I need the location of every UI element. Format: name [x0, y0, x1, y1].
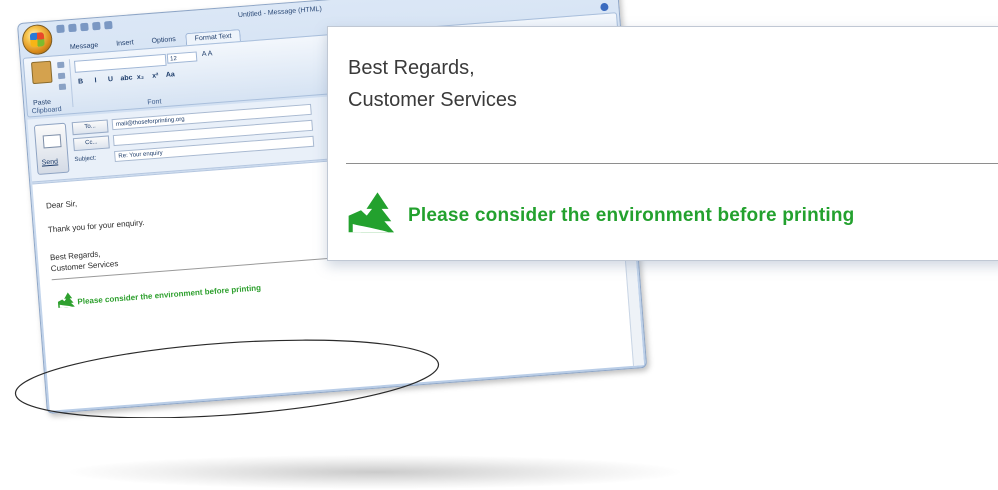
font-size-select[interactable]: 12	[166, 51, 198, 64]
paste-label: Paste	[32, 98, 52, 108]
clipboard-icon	[30, 60, 53, 85]
format-buttons: B I U abc x₂ x² Aa	[75, 71, 175, 86]
send-button[interactable]: Send	[33, 122, 70, 176]
font-group-label: Font	[147, 98, 162, 107]
subject-label: Subject:	[74, 155, 97, 164]
up-arrow-icon[interactable]	[92, 21, 101, 31]
underline-button[interactable]: U	[105, 76, 116, 84]
bold-button[interactable]: B	[75, 78, 86, 86]
format-painter-icon[interactable]	[58, 83, 67, 91]
office-logo-icon	[29, 32, 45, 48]
help-icon[interactable]	[600, 2, 609, 12]
font-name-select[interactable]	[73, 53, 167, 73]
down-arrow-icon[interactable]	[104, 20, 113, 30]
cut-icon[interactable]	[57, 61, 65, 69]
quick-access-toolbar	[56, 20, 113, 34]
redo-icon[interactable]	[80, 22, 89, 32]
paste-button[interactable]	[29, 60, 54, 99]
send-label: Send	[41, 158, 59, 167]
strikethrough-button[interactable]: abc	[120, 74, 133, 82]
copy-icon[interactable]	[57, 72, 66, 80]
greeting-text: Dear Sir,	[45, 199, 78, 211]
zoomed-signature-panel: Best Regards, Customer Services Please c…	[327, 26, 998, 261]
tree-icon	[348, 192, 394, 233]
drop-shadow	[70, 455, 680, 489]
cc-button[interactable]: Cc...	[72, 135, 110, 152]
zoom-regards-text: Best Regards,	[348, 57, 475, 79]
highlight-ellipse	[14, 339, 440, 418]
envelope-icon	[42, 134, 62, 149]
clipboard-group-label: Clipboard	[31, 105, 62, 116]
office-button[interactable]	[21, 23, 54, 56]
group-divider	[68, 59, 74, 108]
grow-shrink-font-buttons[interactable]: A A	[202, 50, 213, 58]
subscript-button[interactable]: x₂	[135, 73, 146, 82]
environment-notice-small: Please consider the environment before p…	[77, 283, 262, 307]
undo-icon[interactable]	[68, 23, 77, 33]
clipboard-tools	[57, 61, 67, 91]
save-icon[interactable]	[56, 24, 65, 34]
italic-button[interactable]: I	[90, 77, 101, 85]
change-case-button[interactable]: Aa	[165, 71, 176, 79]
zoom-services-text: Customer Services	[348, 89, 517, 111]
zoom-signature-divider	[346, 163, 998, 164]
body-line: Thank you for your enquiry.	[47, 217, 145, 235]
superscript-button[interactable]: x²	[150, 72, 161, 80]
window-title: Untitled - Message (HTML)	[237, 5, 323, 20]
to-button[interactable]: To...	[71, 119, 109, 136]
environment-notice: Please consider the environment before p…	[408, 205, 855, 226]
tree-icon	[57, 292, 75, 308]
